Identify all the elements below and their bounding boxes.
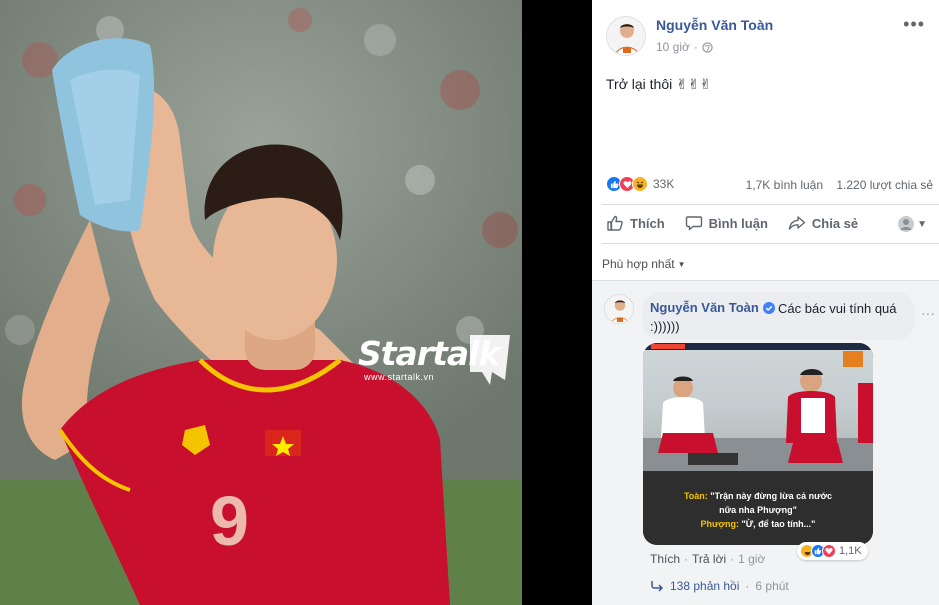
- post-sidebar: Nguyễn Văn Toàn 10 giờ · ••• Trở lại thô…: [592, 0, 939, 605]
- watermark-logo: Startalk: [358, 334, 500, 373]
- divider: [602, 243, 939, 244]
- caption-speaker-2: Phượng:: [700, 519, 739, 529]
- watermark-url: www.startalk.vn: [364, 372, 435, 382]
- love-icon: [822, 544, 836, 558]
- caption-quote-2: "Ừ, để tao tính...": [738, 519, 816, 529]
- verified-badge-icon: [762, 301, 775, 314]
- image-caption-line2: nữa nha Phượng": [719, 505, 797, 515]
- post-stats: 1,7K bình luận 1.220 lượt chia sẻ: [736, 178, 933, 192]
- post-time-text: 10 giờ: [656, 40, 690, 54]
- comment-text-line2: :)))))): [650, 319, 680, 334]
- share-label: Chia sẻ: [811, 215, 859, 231]
- comment-like-link[interactable]: Thích: [650, 552, 680, 566]
- comment-reply-link[interactable]: Trả lời: [692, 552, 726, 566]
- comment-actions: Thích · Trả lời · 1 giờ: [650, 552, 765, 566]
- jersey-number: 9: [210, 482, 249, 560]
- comment-time[interactable]: 1 giờ: [738, 552, 765, 566]
- author-avatar[interactable]: [606, 16, 646, 56]
- comment-options-icon[interactable]: ···: [921, 305, 935, 321]
- reaction-count: 33K: [653, 177, 675, 191]
- caption-quote-1: "Trận này đừng lừa cả nước: [707, 491, 833, 501]
- globe-icon: [702, 41, 713, 53]
- comments-count[interactable]: 1,7K bình luận: [746, 178, 823, 192]
- comment-reactions[interactable]: 1,1K: [797, 542, 868, 560]
- comment-author-name: Nguyễn Văn Toàn: [650, 300, 759, 315]
- comment-sort-label: Phù hợp nhất: [602, 257, 675, 271]
- viewer-dark-gutter: [522, 0, 592, 605]
- dot-separator: ·: [693, 40, 698, 54]
- haha-icon: [632, 176, 648, 192]
- dot-separator: ·: [684, 552, 689, 566]
- comment-icon: [685, 216, 702, 231]
- share-arrow-icon: [788, 216, 806, 230]
- bench-players-illustration: [643, 343, 873, 471]
- avatar-icon: [607, 17, 645, 55]
- react-as-selector[interactable]: ▼: [897, 215, 927, 233]
- comment-button[interactable]: Bình luận: [685, 214, 768, 232]
- comment-image-photo: [643, 343, 873, 471]
- post-action-bar: Thích Bình luận Chia sẻ: [606, 214, 858, 232]
- dot-separator: ·: [745, 579, 750, 593]
- post-timestamp[interactable]: 10 giờ ·: [656, 40, 713, 54]
- view-replies-link[interactable]: 138 phản hồi · 6 phút: [650, 579, 789, 593]
- facebook-photo-viewer: 9 Startalk www.startalk.vn Nguyễn Văn To…: [0, 0, 939, 605]
- share-button[interactable]: Chia sẻ: [788, 214, 858, 232]
- reactions-summary[interactable]: 33K: [606, 176, 674, 192]
- caption-speaker-1: Toàn:: [683, 491, 708, 501]
- divider: [592, 280, 939, 281]
- divider: [602, 204, 939, 205]
- page-avatar-icon: [898, 216, 915, 232]
- chevron-down-icon: ▼: [917, 218, 927, 230]
- comment-sort-dropdown[interactable]: Phù hợp nhất ▼: [602, 257, 686, 271]
- comment-author[interactable]: Nguyễn Văn Toàn: [650, 300, 775, 315]
- comment-text-line1: Các bác vui tính quá: [778, 301, 897, 316]
- replies-count: 138 phản hồi: [670, 579, 740, 593]
- reply-arrow-icon: [651, 581, 664, 592]
- dot-separator: ·: [730, 552, 735, 566]
- player-illustration: 9: [0, 0, 522, 605]
- shares-count[interactable]: 1.220 lượt chia sẻ: [836, 178, 933, 192]
- comment-reaction-count: 1,1K: [839, 545, 862, 557]
- image-caption-line1: Toàn: "Trận này đừng lừa cả nước: [643, 491, 873, 501]
- author-name[interactable]: Nguyễn Văn Toàn: [656, 17, 773, 33]
- like-button[interactable]: Thích: [606, 214, 665, 232]
- caret-down-icon: ▼: [677, 259, 686, 269]
- replies-time: 6 phút: [755, 579, 789, 593]
- image-caption-line3: Phượng: "Ừ, để tao tính...": [643, 519, 873, 529]
- like-label: Thích: [630, 215, 665, 231]
- comment-label: Bình luận: [708, 215, 768, 231]
- commenter-avatar[interactable]: [604, 294, 634, 324]
- comment-image[interactable]: Toàn: "Trận này đừng lừa cả nước nữa nha…: [643, 343, 873, 545]
- post-text: Trở lại thôi ✌✌✌: [606, 76, 712, 92]
- thumbs-up-icon: [607, 215, 623, 231]
- post-photo[interactable]: 9 Startalk www.startalk.vn: [0, 0, 522, 605]
- more-options-icon[interactable]: •••: [903, 14, 925, 35]
